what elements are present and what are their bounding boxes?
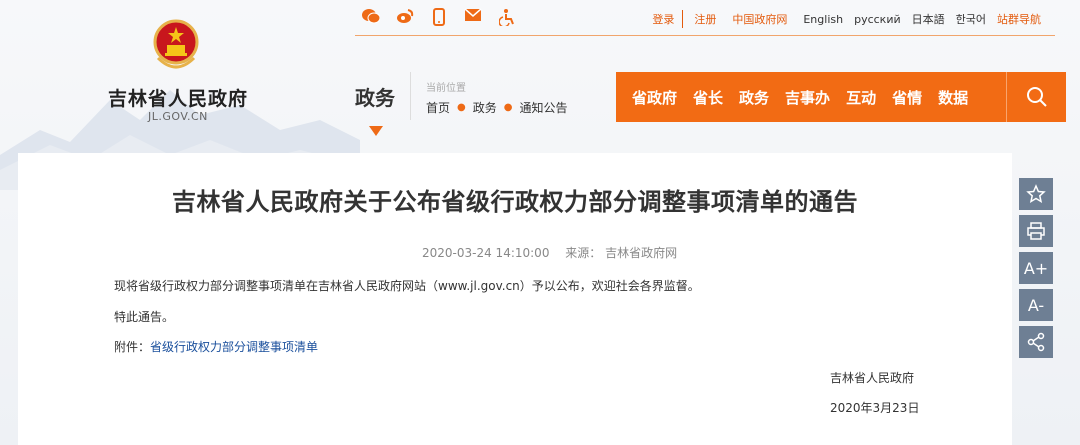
section-title: 政务 [355,86,395,110]
breadcrumb-separator: ● [457,102,466,113]
wechat-icon[interactable] [361,8,381,26]
site-header: 吉林省人民政府 JL.GOV.CN 登录 注册 中国政府网 English ру… [0,0,1080,155]
weibo-icon[interactable] [395,8,415,26]
search-button[interactable] [1006,72,1066,122]
print-button[interactable] [1019,215,1053,247]
site-domain: JL.GOV.CN [148,110,208,123]
nav-item-data[interactable]: 数据 [938,87,968,108]
nav-item-interaction[interactable]: 互动 [846,87,876,108]
favorite-button[interactable] [1019,178,1053,210]
search-icon [1026,87,1047,107]
divider [682,10,684,28]
attachment-label: 附件： [114,340,151,354]
top-bar: 登录 注册 中国政府网 English русский 日本語 한국어 站群导航 [355,0,1055,36]
article-meta: 2020-03-24 14:10:00 来源： 吉林省政府网 [422,244,689,261]
article-paragraph: 现将省级行政权力部分调整事项清单在吉林省人民政府网站（www.jl.gov.cn… [114,279,700,293]
lang-japanese[interactable]: 日本語 [912,11,945,27]
site-name[interactable]: 吉林省人民政府 [108,84,248,111]
font-decrease-button[interactable]: A- [1019,289,1053,321]
site-nav-link[interactable]: 站群导航 [997,11,1041,27]
article-source: 来源： 吉林省政府网 [565,246,678,260]
login-link[interactable]: 登录 [652,11,674,27]
national-emblem-icon [153,19,199,69]
breadcrumb: 首页 ● 政务 ● 通知公告 [426,99,568,116]
mobile-icon[interactable] [429,8,449,26]
breadcrumb-separator: ● [503,102,513,113]
nav-item-governor[interactable]: 省长 [693,87,723,108]
attachment-link[interactable]: 省级行政权力部分调整事项清单 [150,340,318,354]
nav-item-government-affairs[interactable]: 政务 [739,87,769,108]
nav-item-provincial-gov[interactable]: 省政府 [632,87,677,108]
sign-date: 2020年3月23日 [830,401,920,415]
font-increase-button[interactable]: A+ [1019,252,1053,284]
article-title: 吉林省人民政府关于公布省级行政权力部分调整事项清单的通告 [172,188,858,216]
section-arrow-icon [369,126,383,136]
register-link[interactable]: 注册 [694,11,716,27]
main-nav: 省政府 省长 政务 吉事办 互动 省情 数据 [616,72,1066,122]
lang-english[interactable]: English [803,13,843,26]
attachment-line: 附件：省级行政权力部分调整事项清单 [114,338,318,355]
breadcrumb-home[interactable]: 首页 [426,99,450,116]
article-paragraph: 特此通告。 [114,310,175,324]
star-icon [1026,184,1046,204]
location-label: 当前位置 [426,83,466,94]
top-links: 登录 注册 中国政府网 English русский 日本語 한국어 站群导航 [641,10,1041,28]
side-toolbar: A+ A- [1019,178,1053,363]
share-icon [1027,332,1045,352]
breadcrumb-zhengwu[interactable]: 政务 [473,99,497,116]
nav-item-province-info[interactable]: 省情 [892,87,922,108]
accessibility-icon[interactable] [497,8,517,28]
lang-korean[interactable]: 한국어 [956,11,986,27]
mail-icon[interactable] [463,8,483,26]
nav-item-jishiban[interactable]: 吉事办 [785,87,830,108]
lang-russian[interactable]: русский [854,13,901,26]
gov-link[interactable]: 中国政府网 [732,11,787,27]
signer: 吉林省人民政府 [830,371,915,385]
article-date: 2020-03-24 14:10:00 [422,246,550,260]
printer-icon [1027,222,1045,240]
breadcrumb-notices[interactable]: 通知公告 [520,99,568,116]
divider [410,72,411,120]
share-icons [361,8,517,28]
share-button[interactable] [1019,326,1053,358]
article-panel: 吉林省人民政府关于公布省级行政权力部分调整事项清单的通告 2020-03-24 … [18,153,1012,445]
